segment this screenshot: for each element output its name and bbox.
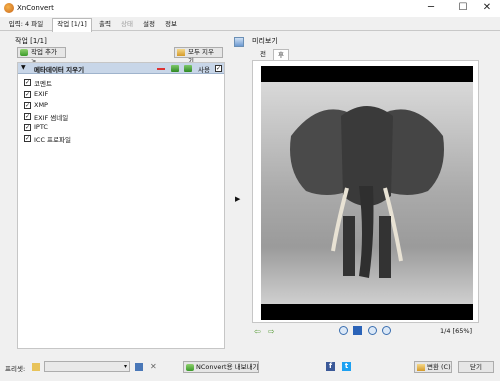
option-label: IPTC (34, 123, 48, 131)
preview-label: 미리보기 (252, 37, 278, 45)
actual-size-icon[interactable] (368, 326, 377, 335)
window-title: XnConvert (17, 4, 54, 12)
option-checkbox[interactable]: ✓ (24, 113, 31, 120)
main-tab-bar: 입력: 4 파일 작업 [1/1] 출력 상태 설정 정보 (0, 17, 500, 32)
close-button[interactable]: 닫기 (458, 361, 494, 373)
clear-all-button[interactable]: 모두 지우기 (174, 47, 223, 65)
facebook-icon[interactable]: f (326, 362, 335, 371)
option-label: 코멘트 (34, 80, 52, 88)
use-label: 사용 (198, 66, 210, 74)
option-label: ICC 프로파일 (34, 136, 71, 144)
option-checkbox[interactable]: ✓ (24, 124, 31, 131)
clear-all-icon (177, 49, 185, 56)
convert-label: 변환 (C) (427, 363, 451, 371)
fit-to-window-icon[interactable] (353, 326, 362, 335)
actions-label: 작업 [1/1] (15, 37, 47, 45)
minimize-icon[interactable]: ─ (418, 0, 444, 17)
option-label: EXIF (34, 90, 49, 98)
option-checkbox[interactable]: ✓ (24, 135, 31, 142)
move-up-icon[interactable] (171, 65, 179, 72)
next-icon[interactable]: ⇨ (268, 327, 277, 336)
splitter-arrow-icon[interactable]: ▶ (235, 195, 240, 203)
xnconvert-logo-icon (4, 3, 14, 13)
tab-actions[interactable]: 작업 [1/1] (52, 18, 92, 32)
tab-after[interactable]: 후 (273, 49, 289, 60)
move-down-icon[interactable] (184, 65, 192, 72)
add-action-button[interactable]: 작업 추가> (17, 47, 66, 65)
twitter-icon[interactable]: t (342, 362, 351, 371)
tab-output[interactable]: 출력 (96, 19, 114, 31)
preview-image (261, 66, 473, 320)
preset-label: 프리셋: (5, 365, 26, 373)
action-header-remove-metadata[interactable]: ▼ 메타데이터 지우기 사용 ✓ (18, 63, 224, 74)
preset-select[interactable]: ▾ (44, 361, 130, 372)
export-label: NConvert용 내보내기... (196, 363, 259, 371)
tab-input[interactable]: 입력: 4 파일 (4, 19, 48, 31)
tab-about[interactable]: 정보 (162, 19, 180, 31)
add-action-icon (20, 49, 28, 56)
convert-button[interactable]: 변환 (C) (414, 361, 452, 373)
zoom-out-icon[interactable] (382, 326, 391, 335)
collapse-arrow-icon[interactable]: ▼ (21, 64, 26, 71)
use-checkbox[interactable]: ✓ (215, 65, 222, 72)
export-nconvert-button[interactable]: NConvert용 내보내기... (183, 361, 259, 373)
option-checkbox[interactable]: ✓ (24, 91, 31, 98)
option-checkbox[interactable]: ✓ (24, 102, 31, 109)
action-title: 메타데이터 지우기 (34, 66, 85, 74)
tab-settings[interactable]: 설정 (140, 19, 158, 31)
preview-frame (252, 60, 479, 323)
chevron-down-icon: ▾ (123, 363, 127, 370)
remove-action-icon[interactable] (157, 68, 165, 70)
title-bar: XnConvert ─ ☐ ✕ (0, 0, 500, 17)
maximize-icon[interactable]: ☐ (450, 0, 476, 17)
preview-icon (234, 37, 244, 47)
close-window-icon[interactable]: ✕ (474, 0, 500, 17)
convert-icon (417, 364, 425, 371)
tab-before[interactable]: 전 (255, 49, 271, 60)
tab-status[interactable]: 상태 (118, 19, 136, 31)
option-label: XMP (34, 101, 48, 109)
page-zoom-info: 1/4 [65%] (440, 327, 473, 335)
save-icon[interactable] (135, 363, 143, 371)
previous-icon[interactable]: ⇦ (254, 327, 263, 336)
option-label: EXIF 썸네일 (34, 114, 69, 122)
elephant-photo (261, 66, 473, 320)
zoom-in-icon[interactable] (339, 326, 348, 335)
delete-icon[interactable]: ✕ (150, 363, 158, 371)
open-folder-icon[interactable] (32, 363, 40, 371)
export-icon (186, 364, 194, 371)
option-checkbox[interactable]: ✓ (24, 79, 31, 86)
actions-panel: ▼ 메타데이터 지우기 사용 ✓ ✓ 코멘트 ✓ EXIF ✓ XMP ✓ EX… (17, 62, 225, 349)
